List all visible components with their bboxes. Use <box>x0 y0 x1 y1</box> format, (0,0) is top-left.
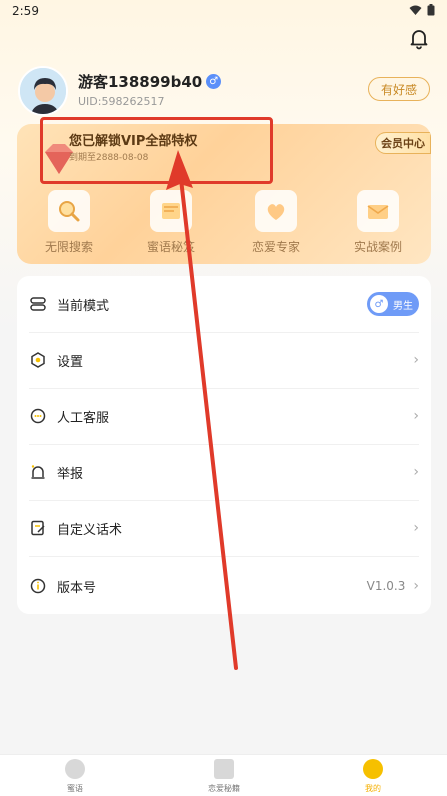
vip-feature-love-expert[interactable]: 恋爱专家 <box>241 190 311 255</box>
chat-face-icon <box>65 759 85 779</box>
user-id: UID:598262517 <box>78 95 165 108</box>
tab-sweet-talk[interactable]: 蜜语 <box>35 759 115 794</box>
username-text: 游客138899b40 <box>78 73 203 91</box>
customer-service-icon <box>30 408 46 424</box>
gender-mode-toggle[interactable]: ♂ 男生 <box>367 292 419 316</box>
chevron-right-icon: › <box>413 464 419 480</box>
wifi-icon <box>409 5 422 15</box>
book-icon <box>214 759 234 779</box>
settings-menu: 当前模式 ♂ 男生 设置 › 人工客服 › 举报 › 自定义话术 › 版本号 V… <box>17 276 431 614</box>
menu-item-customer-service[interactable]: 人工客服 › <box>17 388 431 444</box>
status-icons <box>409 4 435 16</box>
notification-bell-icon[interactable] <box>407 26 431 50</box>
feature-label: 蜜语秘笈 <box>146 240 195 254</box>
book-icon <box>150 190 192 232</box>
avatar-illustration-icon <box>20 68 66 114</box>
chevron-right-icon: › <box>413 408 419 424</box>
menu-label: 举报 <box>57 466 84 482</box>
male-gender-icon: ♂ <box>370 295 388 313</box>
edit-icon <box>31 520 45 536</box>
vip-center-button[interactable]: 会员中心 <box>375 132 431 154</box>
tab-label: 蜜语 <box>67 784 83 793</box>
tab-mine[interactable]: 我的 <box>333 759 413 794</box>
menu-label: 版本号 <box>57 580 97 596</box>
menu-item-version[interactable]: 版本号 V1.0.3 › <box>17 558 431 614</box>
username: 游客138899b40 ♂ <box>78 71 222 92</box>
feature-label: 无限搜索 <box>44 240 93 254</box>
status-bar: 2:59 <box>0 0 447 22</box>
chevron-right-icon: › <box>413 520 419 536</box>
avatar[interactable] <box>18 66 68 116</box>
info-icon <box>30 578 46 594</box>
menu-item-current-mode[interactable]: 当前模式 ♂ 男生 <box>17 276 431 332</box>
menu-item-custom-phrases[interactable]: 自定义话术 › <box>17 500 431 556</box>
vip-feature-love-secrets[interactable]: 蜜语秘笈 <box>136 190 206 255</box>
menu-item-report[interactable]: 举报 › <box>17 444 431 500</box>
status-time: 2:59 <box>12 4 39 18</box>
battery-icon <box>427 4 435 16</box>
menu-label: 自定义话术 <box>57 522 123 538</box>
settings-icon <box>31 352 45 368</box>
envelope-icon <box>357 190 399 232</box>
vip-feature-unlimited-search[interactable]: 无限搜索 <box>34 190 104 255</box>
menu-label: 人工客服 <box>57 410 110 426</box>
tab-label: 我的 <box>365 784 381 793</box>
chat-bubble-icon <box>255 190 297 232</box>
mode-icon <box>30 297 46 311</box>
divider <box>29 556 419 557</box>
gender-toggle-label: 男生 <box>393 300 413 312</box>
tab-love-secrets[interactable]: 恋爱秘籍 <box>184 759 264 794</box>
feature-label: 实战案例 <box>353 240 402 254</box>
male-gender-icon: ♂ <box>206 74 222 89</box>
menu-label: 设置 <box>57 354 84 370</box>
smiley-face-icon <box>363 759 383 779</box>
chevron-right-icon: › <box>413 578 419 594</box>
vip-feature-case-studies[interactable]: 实战案例 <box>343 190 413 255</box>
chevron-right-icon: › <box>413 352 419 368</box>
tab-label: 恋爱秘籍 <box>208 784 240 793</box>
highlight-annotation-box <box>40 117 273 184</box>
report-icon <box>31 465 45 479</box>
menu-label: 当前模式 <box>57 298 110 314</box>
feature-label: 恋爱专家 <box>251 240 300 254</box>
good-feel-button[interactable]: 有好感 <box>368 77 430 101</box>
menu-item-settings[interactable]: 设置 › <box>17 332 431 388</box>
profile-section: 游客138899b40 ♂ UID:598262517 有好感 <box>18 66 430 118</box>
bottom-tab-bar: 蜜语 恋爱秘籍 我的 <box>0 754 447 796</box>
magnifier-icon <box>48 190 90 232</box>
version-value: V1.0.3 <box>366 579 406 593</box>
